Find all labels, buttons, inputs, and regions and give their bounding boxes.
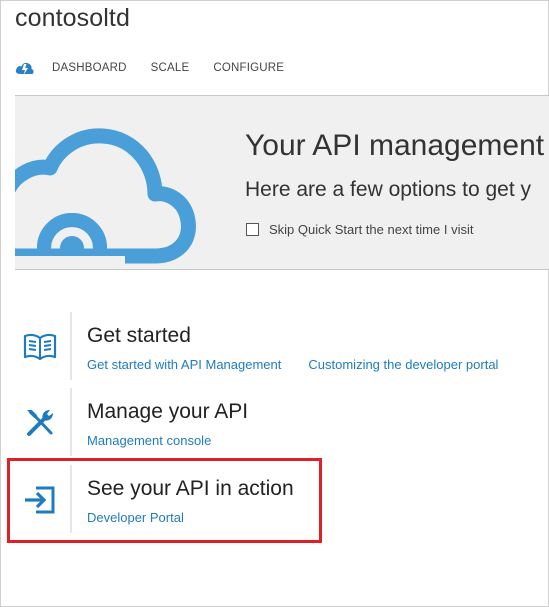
tab-dashboard[interactable]: DASHBOARD <box>52 62 127 74</box>
tools-icon <box>15 388 65 458</box>
quickstart-banner: Your API management Here are a few optio… <box>15 95 549 270</box>
quickstart-links: Management console <box>87 433 238 448</box>
quickstart-item-get-started: Get started Get started with API Managem… <box>15 312 535 384</box>
skip-quickstart-checkbox[interactable] <box>246 223 259 236</box>
quickstart-divider <box>70 388 72 456</box>
get-started-link[interactable]: Get started with API Management <box>87 357 281 372</box>
quickstart-item-manage-api: Manage your API Management console <box>15 388 535 460</box>
skip-quickstart-row[interactable]: Skip Quick Start the next time I visit <box>246 222 473 237</box>
highlight-box <box>7 458 322 543</box>
cloud-icon <box>15 128 196 269</box>
top-nav: DASHBOARD SCALE CONFIGURE <box>15 57 308 79</box>
skip-quickstart-label: Skip Quick Start the next time I visit <box>269 222 474 237</box>
api-management-cloud-icon <box>15 62 34 75</box>
quickstart-title: Get started <box>87 324 191 347</box>
customize-portal-link[interactable]: Customizing the developer portal <box>308 357 498 372</box>
banner-headline: Your API management <box>245 129 545 162</box>
quickstart-title: Manage your API <box>87 400 249 423</box>
banner-subheadline: Here are a few options to get y <box>245 178 531 201</box>
management-console-link[interactable]: Management console <box>87 433 211 448</box>
page-title: contosoltd <box>15 4 130 32</box>
book-icon <box>15 312 65 382</box>
tab-scale[interactable]: SCALE <box>151 62 190 74</box>
tab-configure[interactable]: CONFIGURE <box>213 62 284 74</box>
quickstart-divider <box>70 312 72 380</box>
quickstart-links: Get started with API Management Customiz… <box>87 357 525 372</box>
